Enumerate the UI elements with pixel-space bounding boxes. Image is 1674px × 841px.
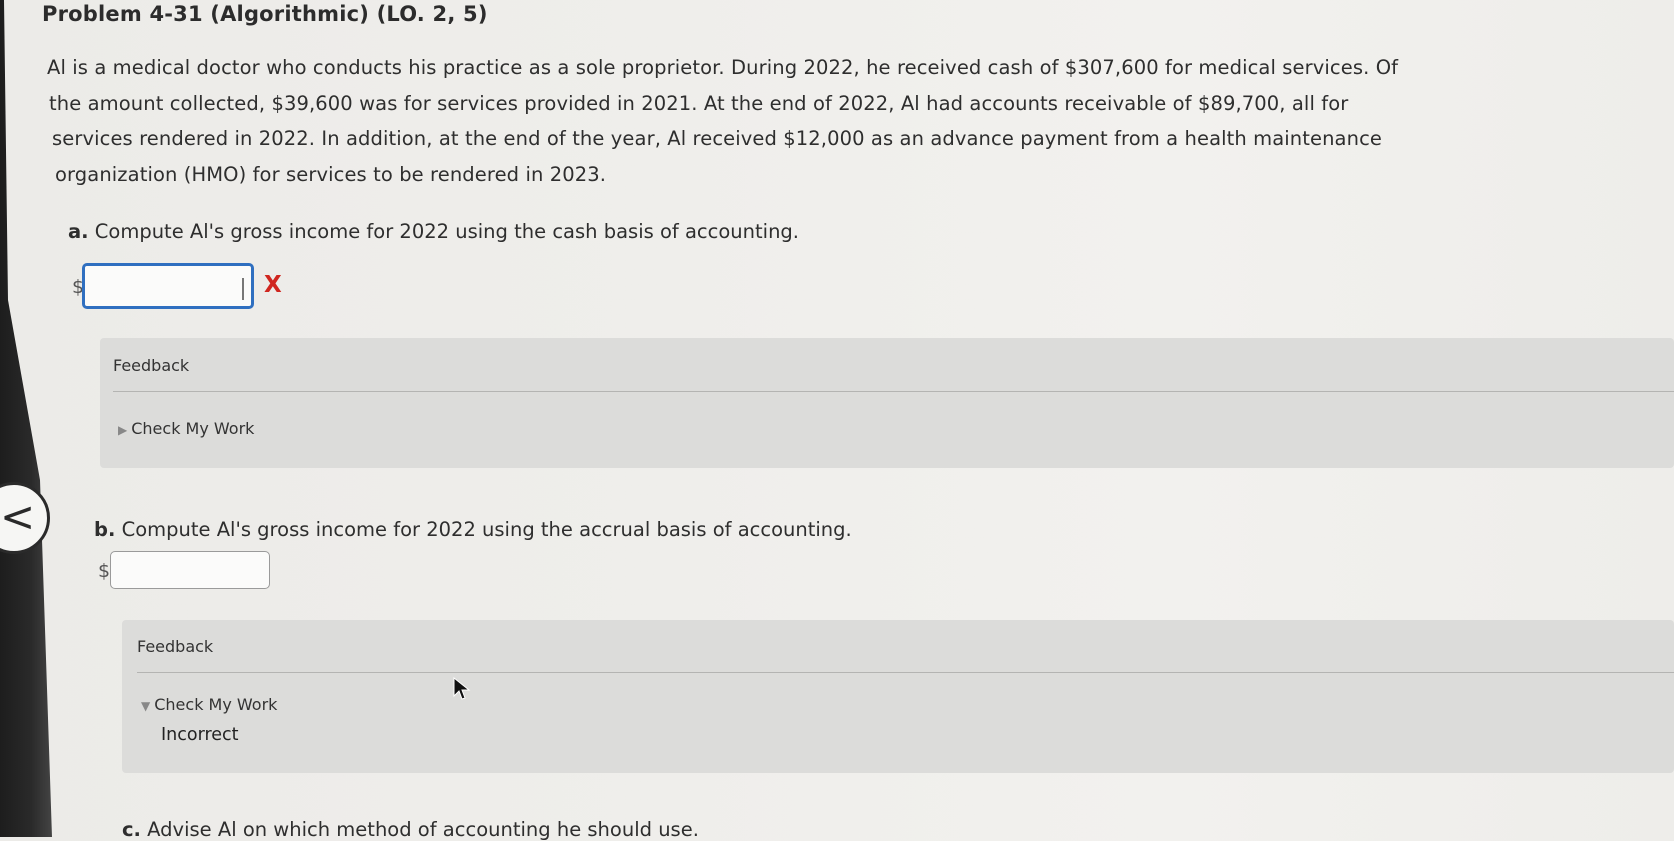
check-my-work-toggle-b[interactable]: ▼ Check My Work [141,695,277,714]
feedback-title-a: Feedback [113,356,190,375]
question-a-prompt: a. Compute Al's gross income for 2022 us… [68,220,799,243]
problem-text-line: organization (HMO) for services to be re… [55,163,607,186]
feedback-divider-a [113,391,1674,392]
check-my-work-label-b: Check My Work [154,695,278,714]
question-c-letter: c. [122,818,141,841]
currency-symbol: $ [98,560,111,582]
question-a-letter: a. [68,220,89,243]
question-a-text: Compute Al's gross income for 2022 using… [94,220,799,243]
chevron-left-icon: < [0,492,36,541]
feedback-panel-b [122,620,1674,773]
question-b-text: Compute Al's gross income for 2022 using… [121,518,852,541]
feedback-divider-b [137,672,1674,673]
feedback-panel-a [100,338,1674,468]
check-my-work-label-a: Check My Work [131,419,255,438]
left-edge-bar [0,0,52,837]
incorrect-x-icon: X [264,272,282,298]
feedback-title-b: Feedback [137,637,214,656]
feedback-result-b: Incorrect [161,725,239,745]
question-c-prompt: c. Advise Al on which method of accounti… [122,818,699,841]
answer-a-input[interactable] [82,263,254,309]
question-c-text: Advise Al on which method of accounting … [147,818,699,841]
problem-text-line: services rendered in 2022. In addition, … [52,127,1382,150]
problem-text-line: the amount collected, $39,600 was for se… [49,92,1349,115]
question-b-letter: b. [94,518,116,541]
triangle-right-icon: ▶ [118,423,128,437]
check-my-work-toggle-a[interactable]: ▶ Check My Work [118,419,254,438]
question-b-prompt: b. Compute Al's gross income for 2022 us… [94,518,852,541]
text-caret [242,278,244,300]
answer-b-input[interactable] [110,551,270,589]
triangle-down-icon: ▼ [141,699,151,713]
mouse-pointer-icon [453,676,471,700]
problem-title: Problem 4-31 (Algorithmic) (LO. 2, 5) [42,2,488,26]
problem-text-line: Al is a medical doctor who conducts his … [47,56,1399,79]
